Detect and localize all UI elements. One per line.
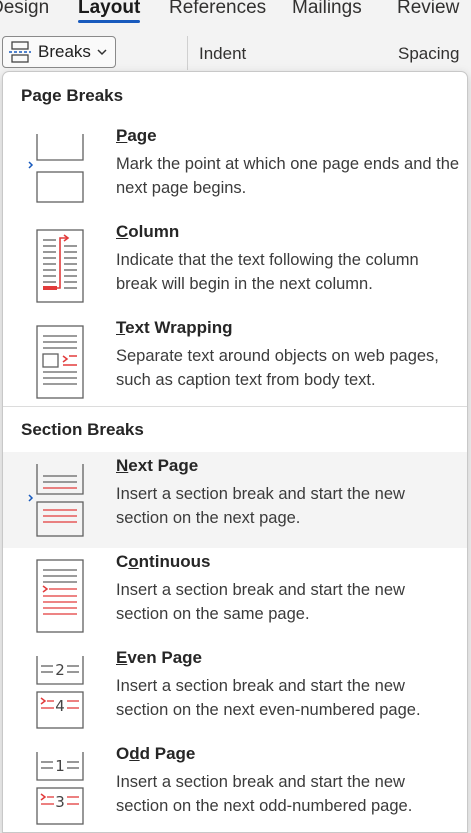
- tab-references[interactable]: References: [169, 0, 266, 18]
- spacing-label: Spacing: [398, 44, 460, 63]
- menu-item-text-wrapping-title: Text Wrapping: [116, 318, 233, 337]
- menu-item-continuous[interactable]: Continuous Insert a section break and st…: [3, 548, 467, 644]
- breaks-dropdown: Page Breaks Page Mark the point at which…: [2, 71, 468, 833]
- menu-item-next-page[interactable]: Next Page Insert a section break and sta…: [3, 452, 467, 548]
- breaks-button[interactable]: Breaks: [2, 36, 116, 68]
- menu-item-column-desc: Indicate that the text following the col…: [116, 251, 419, 293]
- menu-item-text-wrapping[interactable]: Text Wrapping Separate text around objec…: [3, 314, 467, 410]
- tab-layout[interactable]: Layout: [78, 0, 141, 23]
- page-breaks-header: Page Breaks: [21, 86, 124, 105]
- next-page-break-icon: [28, 464, 84, 537]
- menu-item-even-page[interactable]: 2 4 Even Page Insert a section break and…: [3, 644, 467, 740]
- chevron-down-icon: [97, 49, 107, 56]
- menu-item-even-page-desc: Insert a section break and start the new…: [116, 677, 421, 719]
- text-wrapping-icon: [36, 325, 84, 399]
- column-break-icon: [36, 229, 84, 303]
- menu-item-next-page-title: Next Page: [116, 456, 199, 475]
- menu-item-odd-page[interactable]: 1 3 Odd Page Insert a section break and …: [3, 740, 467, 832]
- menu-item-column-title: Column: [116, 222, 180, 241]
- menu-item-column[interactable]: Column Indicate that the text following …: [3, 218, 467, 314]
- ribbon-tabs: Design Layout References Mailings Review: [0, 0, 471, 28]
- tab-design[interactable]: Design: [0, 0, 49, 18]
- active-tab-indicator: [78, 20, 141, 23]
- continuous-break-icon: [36, 559, 84, 633]
- menu-item-even-page-title: Even Page: [116, 648, 202, 667]
- tab-mailings[interactable]: Mailings: [292, 0, 362, 18]
- even-page-break-icon: 2 4: [36, 656, 84, 729]
- menu-item-odd-page-desc: Insert a section break and start the new…: [116, 773, 413, 815]
- ribbon-separator: [187, 36, 188, 70]
- page-break-icon: [28, 134, 84, 203]
- section-divider: [3, 406, 467, 407]
- even-page-bottom-number: 4: [55, 697, 65, 715]
- menu-item-odd-page-title: Odd Page: [116, 744, 196, 763]
- ribbon-page-setup: Breaks Indent Spacing: [0, 28, 471, 72]
- menu-item-next-page-desc: Insert a section break and start the new…: [116, 485, 405, 527]
- section-breaks-header: Section Breaks: [21, 420, 144, 439]
- menu-item-page-desc: Mark the point at which one page ends an…: [116, 155, 460, 197]
- menu-item-continuous-desc: Insert a section break and start the new…: [116, 581, 405, 623]
- odd-page-bottom-number: 3: [55, 793, 65, 811]
- menu-item-page[interactable]: Page Mark the point at which one page en…: [3, 122, 467, 218]
- odd-page-top-number: 1: [55, 757, 65, 775]
- odd-page-break-icon: 1 3: [36, 752, 84, 825]
- menu-item-page-title: Page: [116, 126, 157, 145]
- indent-label: Indent: [199, 44, 247, 63]
- tab-layout-label: Layout: [78, 0, 141, 18]
- breaks-icon: [9, 41, 31, 63]
- tab-review[interactable]: Review: [397, 0, 459, 18]
- even-page-top-number: 2: [55, 661, 65, 679]
- menu-item-text-wrapping-desc: Separate text around objects on web page…: [116, 347, 439, 389]
- breaks-label: Breaks: [38, 42, 91, 61]
- menu-item-continuous-title: Continuous: [116, 552, 211, 571]
